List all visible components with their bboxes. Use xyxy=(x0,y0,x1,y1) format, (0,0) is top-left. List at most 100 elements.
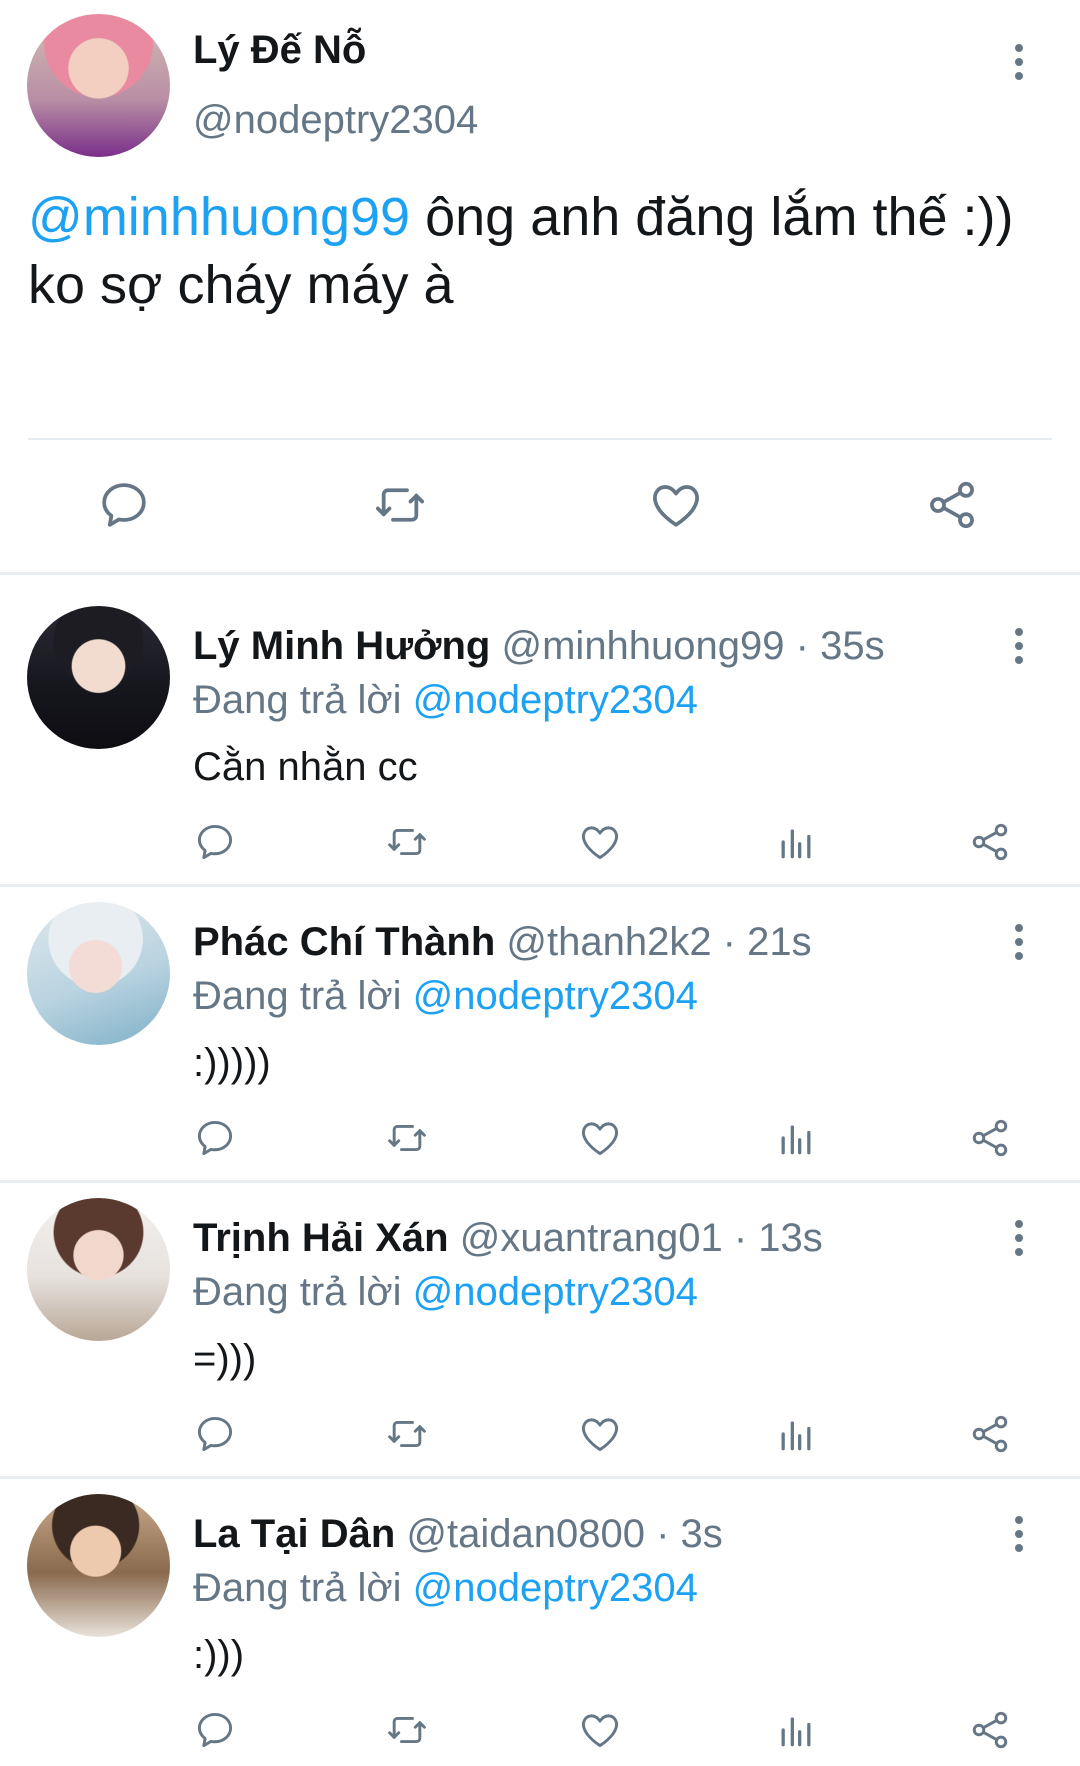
reply-header: Phác Chí Thành @thanh2k2 · 21s xyxy=(193,920,812,965)
avatar[interactable] xyxy=(27,1494,170,1637)
analytics-button[interactable] xyxy=(771,1108,821,1168)
like-button[interactable] xyxy=(575,1700,625,1760)
reply-text: :))))) xyxy=(193,1041,271,1085)
retweet-button[interactable] xyxy=(382,1108,432,1168)
retweet-icon xyxy=(385,820,429,864)
share-icon xyxy=(968,820,1012,864)
like-icon xyxy=(578,1708,622,1752)
reply-header: Trịnh Hải Xán @xuantrang01 · 13s xyxy=(193,1216,823,1261)
replying-label: Đang trả lời xyxy=(193,1566,413,1610)
reply-tweet[interactable]: Lý Minh Hưởng @minhhuong99 · 35s Đang tr… xyxy=(0,590,1080,884)
avatar[interactable] xyxy=(27,1198,170,1341)
more-vertical-icon xyxy=(1013,1514,1025,1554)
analytics-icon xyxy=(774,1412,818,1456)
more-options-button[interactable] xyxy=(999,32,1039,92)
share-icon xyxy=(968,1116,1012,1160)
analytics-button[interactable] xyxy=(771,1700,821,1760)
mention-link[interactable]: @nodeptry2304 xyxy=(413,1566,698,1610)
avatar[interactable] xyxy=(27,902,170,1045)
retweet-button[interactable] xyxy=(382,812,432,872)
tweet-actions xyxy=(0,812,1080,872)
like-button[interactable] xyxy=(575,1404,625,1464)
divider xyxy=(0,572,1080,575)
reply-text: :))) xyxy=(193,1633,245,1677)
reply-tweet[interactable]: Trịnh Hải Xán @xuantrang01 · 13s Đang tr… xyxy=(0,1182,1080,1476)
reply-icon xyxy=(193,1708,237,1752)
more-vertical-icon xyxy=(1013,42,1025,82)
tweet-actions xyxy=(0,1108,1080,1168)
tweet-actions xyxy=(0,1700,1080,1760)
like-icon xyxy=(648,477,704,533)
replying-to: Đang trả lời @nodeptry2304 xyxy=(193,678,698,723)
divider xyxy=(28,438,1052,440)
author-meta: @thanh2k2 · 21s xyxy=(506,920,812,964)
more-vertical-icon xyxy=(1013,922,1025,962)
more-options-button[interactable] xyxy=(999,1504,1039,1564)
author-name[interactable]: Trịnh Hải Xán xyxy=(193,1216,449,1260)
retweet-button[interactable] xyxy=(368,470,432,540)
like-icon xyxy=(578,1412,622,1456)
like-icon xyxy=(578,820,622,864)
analytics-button[interactable] xyxy=(771,1404,821,1464)
reply-icon xyxy=(193,1412,237,1456)
replying-to: Đang trả lời @nodeptry2304 xyxy=(193,1270,698,1315)
reply-header: La Tại Dân @taidan0800 · 3s xyxy=(193,1512,723,1557)
replying-label: Đang trả lời xyxy=(193,678,413,722)
author-handle[interactable]: @nodeptry2304 xyxy=(193,98,478,143)
mention-link[interactable]: @minhhuong99 xyxy=(28,187,410,247)
analytics-icon xyxy=(774,1116,818,1160)
replying-label: Đang trả lời xyxy=(193,1270,413,1314)
author-name[interactable]: La Tại Dân xyxy=(193,1512,395,1556)
analytics-icon xyxy=(774,820,818,864)
retweet-icon xyxy=(372,477,428,533)
retweet-button[interactable] xyxy=(382,1700,432,1760)
share-icon xyxy=(968,1708,1012,1752)
share-button[interactable] xyxy=(920,470,984,540)
like-button[interactable] xyxy=(575,812,625,872)
tweet-actions xyxy=(0,470,1080,540)
author-meta: @xuantrang01 · 13s xyxy=(459,1216,823,1260)
reply-tweet[interactable]: La Tại Dân @taidan0800 · 3s Đang trả lời… xyxy=(0,1478,1080,1766)
reply-button[interactable] xyxy=(190,1404,240,1464)
share-button[interactable] xyxy=(965,1404,1015,1464)
more-options-button[interactable] xyxy=(999,616,1039,676)
analytics-icon xyxy=(774,1708,818,1752)
more-vertical-icon xyxy=(1013,1218,1025,1258)
retweet-button[interactable] xyxy=(382,1404,432,1464)
share-button[interactable] xyxy=(965,812,1015,872)
share-icon xyxy=(968,1412,1012,1456)
reply-icon xyxy=(193,820,237,864)
tweet-actions xyxy=(0,1404,1080,1464)
mention-link[interactable]: @nodeptry2304 xyxy=(413,1270,698,1314)
reply-icon xyxy=(96,477,152,533)
replying-label: Đang trả lời xyxy=(193,974,413,1018)
mention-link[interactable]: @nodeptry2304 xyxy=(413,974,698,1018)
avatar[interactable] xyxy=(27,606,170,749)
reply-text: =))) xyxy=(193,1337,257,1381)
author-name[interactable]: Lý Đế Nỗ xyxy=(193,28,366,73)
author-name[interactable]: Lý Minh Hưởng xyxy=(193,624,490,668)
author-meta: @minhhuong99 · 35s xyxy=(501,624,885,668)
share-button[interactable] xyxy=(965,1700,1015,1760)
retweet-icon xyxy=(385,1708,429,1752)
reply-button[interactable] xyxy=(190,812,240,872)
like-icon xyxy=(578,1116,622,1160)
like-button[interactable] xyxy=(575,1108,625,1168)
reply-button[interactable] xyxy=(190,1108,240,1168)
reply-button[interactable] xyxy=(94,470,154,540)
mention-link[interactable]: @nodeptry2304 xyxy=(413,678,698,722)
retweet-icon xyxy=(385,1412,429,1456)
author-name[interactable]: Phác Chí Thành xyxy=(193,920,495,964)
share-button[interactable] xyxy=(965,1108,1015,1168)
more-options-button[interactable] xyxy=(999,912,1039,972)
reply-button[interactable] xyxy=(190,1700,240,1760)
analytics-button[interactable] xyxy=(771,812,821,872)
avatar[interactable] xyxy=(27,14,170,157)
more-vertical-icon xyxy=(1013,626,1025,666)
replying-to: Đang trả lời @nodeptry2304 xyxy=(193,974,698,1019)
more-options-button[interactable] xyxy=(999,1208,1039,1268)
reply-tweet[interactable]: Phác Chí Thành @thanh2k2 · 21s Đang trả … xyxy=(0,886,1080,1180)
main-tweet: Lý Đế Nỗ @nodeptry2304 @minhhuong99 ông … xyxy=(0,0,1080,574)
like-button[interactable] xyxy=(644,470,708,540)
reply-text: Cằn nhằn cc xyxy=(193,745,418,789)
